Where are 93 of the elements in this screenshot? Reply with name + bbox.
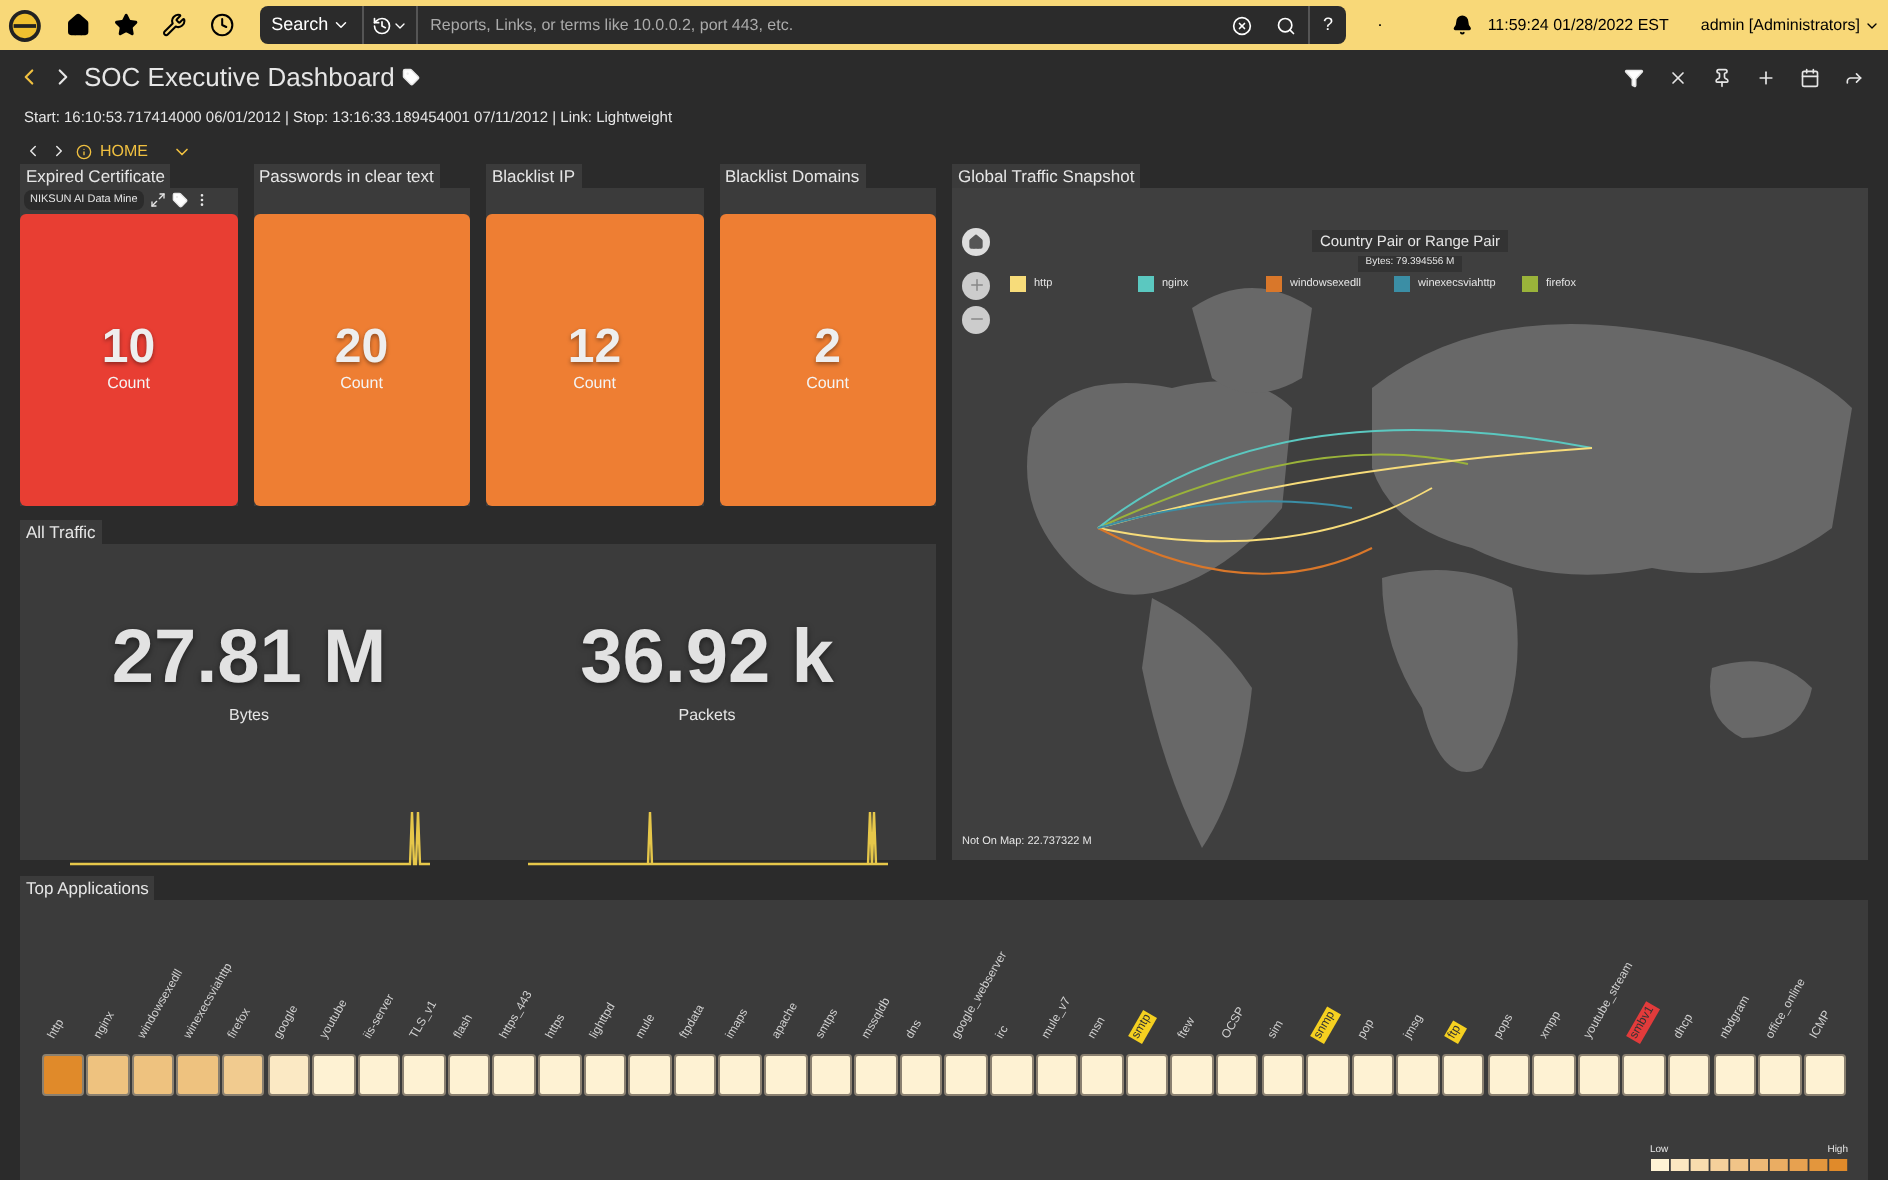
tools-icon[interactable] (162, 12, 187, 38)
count-value: 10 (101, 323, 156, 372)
count-label: Count (806, 371, 849, 396)
heatmap-cell[interactable] (899, 1053, 943, 1097)
bell-icon[interactable] (1451, 14, 1472, 36)
heatmap-cell[interactable] (492, 1053, 536, 1097)
heatmap-cell[interactable] (1261, 1053, 1305, 1097)
user-menu[interactable]: admin [Administrators] (1700, 13, 1880, 37)
stat-value: 36.92 k (580, 619, 834, 696)
expand-icon[interactable] (149, 192, 166, 209)
clock-icon[interactable] (210, 12, 236, 38)
next-icon[interactable] (50, 142, 68, 161)
widget-title: Global Traffic Snapshot (952, 163, 1141, 188)
heatmap-cell[interactable] (447, 1053, 491, 1097)
heatmap-cell[interactable] (1667, 1053, 1711, 1097)
heatmap-cell[interactable] (1803, 1053, 1847, 1097)
logo-icon (8, 7, 42, 43)
zoom-in-icon (967, 276, 985, 295)
heatmap-cell[interactable] (1396, 1053, 1440, 1097)
close-icon[interactable] (1668, 67, 1688, 88)
heatmap-cell[interactable] (1577, 1053, 1621, 1097)
stat-label: Packets (678, 703, 736, 728)
tag-icon[interactable] (171, 192, 188, 209)
widget-title: Blacklist IP (486, 163, 582, 188)
widget-title: Expired Certificate (20, 163, 171, 188)
history-icon (372, 15, 393, 35)
clear-icon (1232, 15, 1253, 35)
widget-title: Passwords in clear text (253, 163, 440, 188)
heatmap-cell[interactable] (538, 1053, 582, 1097)
prev-icon[interactable] (24, 142, 42, 161)
heatmap-cell[interactable] (718, 1053, 762, 1097)
clock-time: 11:59:24 01/28/2022 EST (1487, 13, 1669, 37)
heatmap-cell[interactable] (221, 1053, 265, 1097)
heatmap-cell[interactable] (990, 1053, 1034, 1097)
heatmap-cell[interactable] (402, 1053, 446, 1097)
count-value: 12 (567, 323, 622, 372)
heatmap-cell[interactable] (131, 1053, 175, 1097)
add-icon[interactable] (1756, 67, 1776, 88)
heatmap-cell[interactable] (583, 1053, 627, 1097)
heatmap-cell[interactable] (41, 1053, 85, 1097)
heatmap-cell[interactable] (86, 1053, 130, 1097)
calendar-icon[interactable] (1800, 67, 1820, 88)
heatmap-cell[interactable] (764, 1053, 808, 1097)
count-label: Count (107, 371, 150, 396)
search-field[interactable]: Reports, Links, or terms like 10.0.0.2, port 443, etc. (418, 6, 1221, 44)
heatmap-cell[interactable] (1080, 1053, 1124, 1097)
heatmap-cell[interactable] (176, 1053, 220, 1097)
heatmap-cell[interactable] (1487, 1053, 1531, 1097)
heatmap-cell[interactable] (267, 1053, 311, 1097)
star-icon[interactable] (114, 12, 139, 38)
search-button[interactable]: Search (259, 6, 365, 44)
search-submit-button[interactable] (1264, 6, 1309, 44)
stat-value: 27.81 M (111, 619, 387, 696)
heatmap-cell[interactable] (1758, 1053, 1802, 1097)
heatmap-cell[interactable] (1035, 1053, 1079, 1097)
heatmap-cell[interactable] (1215, 1053, 1259, 1097)
heatmap-cell[interactable] (357, 1053, 401, 1097)
heatmap-cell[interactable] (944, 1053, 988, 1097)
filter-icon[interactable] (1624, 67, 1644, 88)
heatmap-cell[interactable] (1170, 1053, 1214, 1097)
breadcrumb-home[interactable]: HOME (100, 139, 148, 164)
search-icon (1276, 15, 1297, 35)
heatmap-cell[interactable] (809, 1053, 853, 1097)
help-button[interactable]: ? (1308, 6, 1345, 44)
history-button[interactable] (364, 6, 419, 44)
count-label: Count (340, 371, 383, 396)
dashboard-title: SOC Executive Dashboard (84, 60, 395, 96)
home-icon[interactable] (65, 12, 91, 38)
home-icon (968, 233, 984, 250)
heatmap-cell[interactable] (1441, 1053, 1485, 1097)
heatmap-cell[interactable] (854, 1053, 898, 1097)
widget-title: Blacklist Domains (719, 163, 866, 188)
count-value: 2 (814, 323, 841, 372)
share-icon[interactable] (1844, 67, 1864, 88)
heatmap-cell[interactable] (1351, 1053, 1395, 1097)
info-icon (76, 143, 92, 160)
count-label: Count (573, 371, 616, 396)
heatmap-cell[interactable] (312, 1053, 356, 1097)
pin-icon[interactable] (1712, 67, 1732, 88)
count-value: 20 (334, 323, 389, 372)
stat-label: Bytes (228, 703, 269, 728)
widget-title: Top Applications (20, 875, 155, 900)
heatmap-cell[interactable] (1125, 1053, 1169, 1097)
heatmap-cell[interactable] (1713, 1053, 1757, 1097)
separator-dot: · (1377, 11, 1383, 38)
heatmap-cell[interactable] (1532, 1053, 1576, 1097)
heatmap-cell[interactable] (1306, 1053, 1350, 1097)
heatmap-cell[interactable] (673, 1053, 717, 1097)
heatmap-cell[interactable] (1622, 1053, 1666, 1097)
caret-icon (332, 16, 351, 34)
tag-icon[interactable] (402, 68, 421, 87)
heatmap-cell[interactable] (628, 1053, 672, 1097)
widget-title: All Traffic (20, 519, 102, 544)
